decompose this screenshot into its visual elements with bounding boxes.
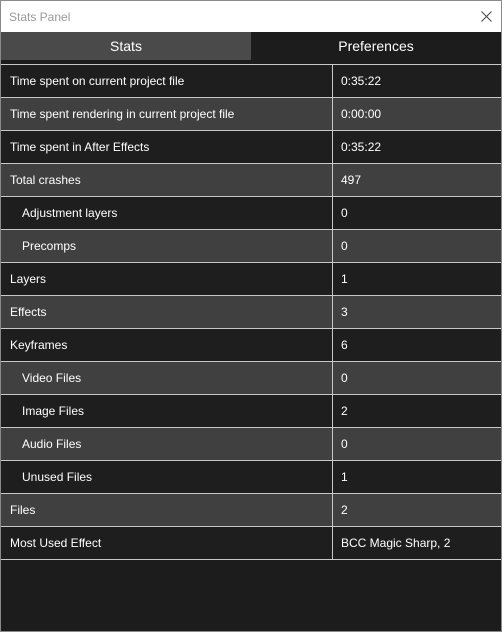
tab-bar: Stats Preferences xyxy=(1,32,501,61)
stat-value: 0 xyxy=(341,371,348,385)
stat-label: Time spent rendering in current project … xyxy=(1,98,333,130)
table-row: Files 2 xyxy=(1,494,501,527)
stat-label: Image Files xyxy=(1,395,333,427)
table-row: Time spent rendering in current project … xyxy=(1,98,501,131)
stat-value: 0:35:22 xyxy=(341,140,382,154)
table-row: Video Files 0 xyxy=(1,362,501,395)
window-title: Stats Panel xyxy=(9,9,71,24)
stat-label: Layers xyxy=(1,263,333,295)
close-icon xyxy=(480,11,492,22)
stat-value: 2 xyxy=(341,404,348,418)
stat-label: Keyframes xyxy=(1,329,333,361)
stat-value: 0 xyxy=(341,206,348,220)
table-row: Total crashes 497 xyxy=(1,164,501,197)
stats-table: Time spent on current project file 0:35:2… xyxy=(1,64,501,560)
title-bar: Stats Panel xyxy=(1,1,501,32)
stat-value: 2 xyxy=(341,503,348,517)
stat-value: 0:00:00 xyxy=(341,107,382,121)
table-row: Most Used Effect BCC Magic Sharp, 2 xyxy=(1,527,501,560)
stat-value: 0:35:22 xyxy=(341,74,382,88)
stat-value: 3 xyxy=(341,305,348,319)
tab-preferences[interactable]: Preferences xyxy=(251,32,501,60)
stat-label: Precomps xyxy=(1,230,333,262)
stat-value: 0 xyxy=(341,437,348,451)
table-row: Effects 3 xyxy=(1,296,501,329)
stat-value: 497 xyxy=(341,173,362,187)
stat-label: Most Used Effect xyxy=(1,527,333,559)
table-row: Precomps 0 xyxy=(1,230,501,263)
stat-value: 1 xyxy=(341,470,348,484)
stat-label: Time spent in After Effects xyxy=(1,131,333,163)
table-row: Layers 1 xyxy=(1,263,501,296)
stat-label: Effects xyxy=(1,296,333,328)
table-row: Image Files 2 xyxy=(1,395,501,428)
table-row: Keyframes 6 xyxy=(1,329,501,362)
close-button[interactable] xyxy=(471,1,501,32)
stat-value: 6 xyxy=(341,338,348,352)
stat-value: 0 xyxy=(341,239,348,253)
stat-label: Video Files xyxy=(1,362,333,394)
table-row: Time spent on current project file 0:35:2… xyxy=(1,64,501,98)
stat-label: Time spent on current project file xyxy=(1,65,333,97)
table-row: Audio Files 0 xyxy=(1,428,501,461)
stat-label: Unused Files xyxy=(1,461,333,493)
table-row: Time spent in After Effects 0:35:22 xyxy=(1,131,501,164)
table-row: Unused Files 1 xyxy=(1,461,501,494)
table-row: Adjustment layers 0 xyxy=(1,197,501,230)
tab-stats[interactable]: Stats xyxy=(1,32,251,60)
stat-value: BCC Magic Sharp, 2 xyxy=(341,536,451,550)
stat-value: 1 xyxy=(341,272,348,286)
stats-panel-window: Stats Panel Stats Preferences Time spent… xyxy=(0,0,502,632)
stat-label: Total crashes xyxy=(1,164,333,196)
stat-label: Adjustment layers xyxy=(1,197,333,229)
stat-label: Audio Files xyxy=(1,428,333,460)
stat-label: Files xyxy=(1,494,333,526)
